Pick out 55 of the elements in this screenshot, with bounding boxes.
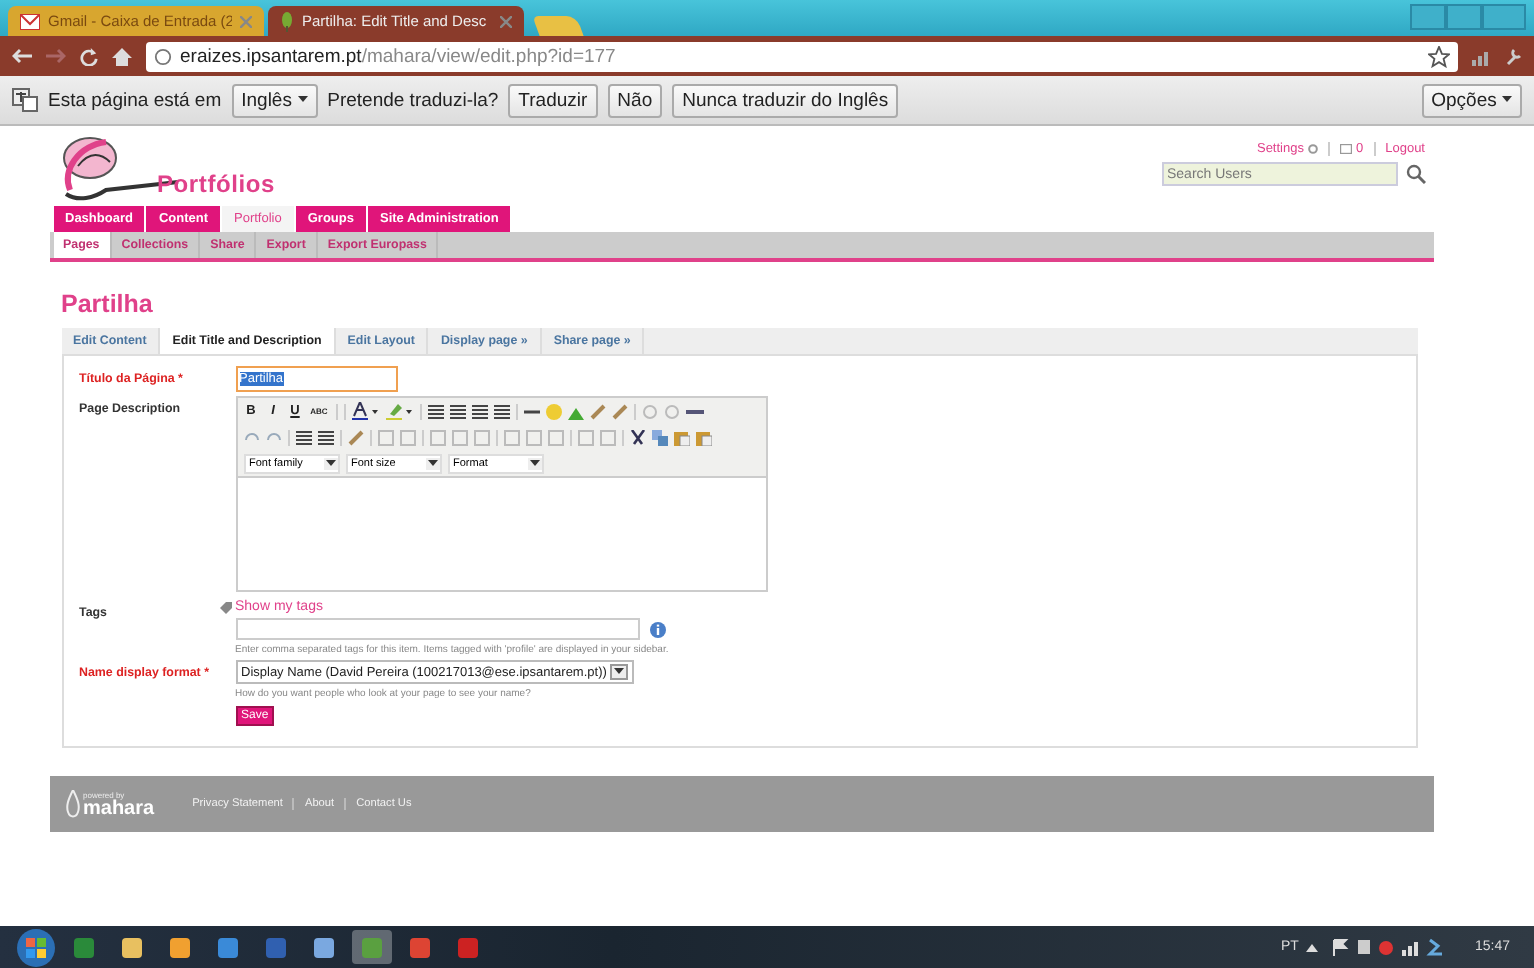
align-icon[interactable]: [471, 403, 487, 419]
caret-icon: [427, 459, 437, 466]
translate-icon: [12, 88, 38, 112]
signal-icon[interactable]: [1472, 47, 1492, 65]
list-icon[interactable]: [317, 429, 333, 445]
caret-icon: [325, 459, 335, 466]
translate-bar-button[interactable]: Traduzir: [508, 83, 598, 117]
start-button[interactable]: [16, 927, 56, 967]
flame-icon: [65, 790, 79, 818]
page-icon: [154, 47, 172, 65]
language-dropdown[interactable]: Inglês: [231, 83, 318, 117]
list-icon[interactable]: [295, 429, 311, 445]
back-icon[interactable]: [12, 48, 32, 64]
envelope-icon: [20, 13, 40, 29]
translate-question: Pretende traduzi-la?: [327, 89, 499, 111]
window-controls[interactable]: [1410, 4, 1526, 30]
scissors-icon[interactable]: [629, 429, 645, 445]
address-bar[interactable]: eraizes.ipsantarem.pt/mahara/view/edit.php?id=177: [146, 41, 1458, 71]
reload-icon[interactable]: [80, 47, 98, 65]
brand-logo-text: mahara: [83, 800, 155, 818]
caret-icon: [614, 668, 625, 675]
close-icon[interactable]: [240, 15, 252, 27]
paste-icon[interactable]: [695, 429, 711, 445]
translate-message: Esta página está em: [48, 89, 222, 111]
caret-icon: [529, 459, 539, 466]
page-title: Partilha: [61, 290, 155, 318]
leaf-icon: [280, 11, 294, 31]
close-icon[interactable]: [500, 15, 512, 27]
logo-text: Portfólios: [157, 170, 275, 198]
forward-icon[interactable]: [46, 48, 66, 64]
align-icon[interactable]: [427, 403, 443, 419]
undo-icon[interactable]: [243, 429, 259, 445]
translate-bar-button[interactable]: Não: [607, 83, 663, 117]
translate-bar-button[interactable]: Nunca traduzir do Inglês: [672, 83, 899, 117]
caret-icon: [1502, 96, 1512, 103]
search-icon[interactable]: [1405, 164, 1425, 184]
new-tab-button[interactable]: [532, 16, 584, 36]
text-color-icon[interactable]: [351, 402, 379, 420]
image-icon[interactable]: [567, 403, 583, 419]
copy-icon[interactable]: [651, 429, 667, 445]
paste-icon[interactable]: [673, 429, 689, 445]
tray-icons-drawing[interactable]: [1306, 938, 1447, 956]
highlight-icon[interactable]: [385, 402, 413, 420]
info-icon[interactable]: [649, 621, 665, 637]
envelope-icon: [1339, 144, 1352, 154]
tag-icon: [219, 601, 231, 613]
align-icon[interactable]: [449, 403, 465, 419]
star-icon[interactable]: [1428, 45, 1450, 67]
caret-icon: [297, 96, 308, 103]
redo-icon[interactable]: [265, 429, 281, 445]
options-dropdown[interactable]: Opções: [1421, 83, 1522, 117]
home-icon[interactable]: [112, 47, 132, 65]
tags-field[interactable]: [235, 618, 639, 640]
align-icon[interactable]: [493, 403, 509, 419]
wrench-icon[interactable]: [1506, 47, 1522, 65]
